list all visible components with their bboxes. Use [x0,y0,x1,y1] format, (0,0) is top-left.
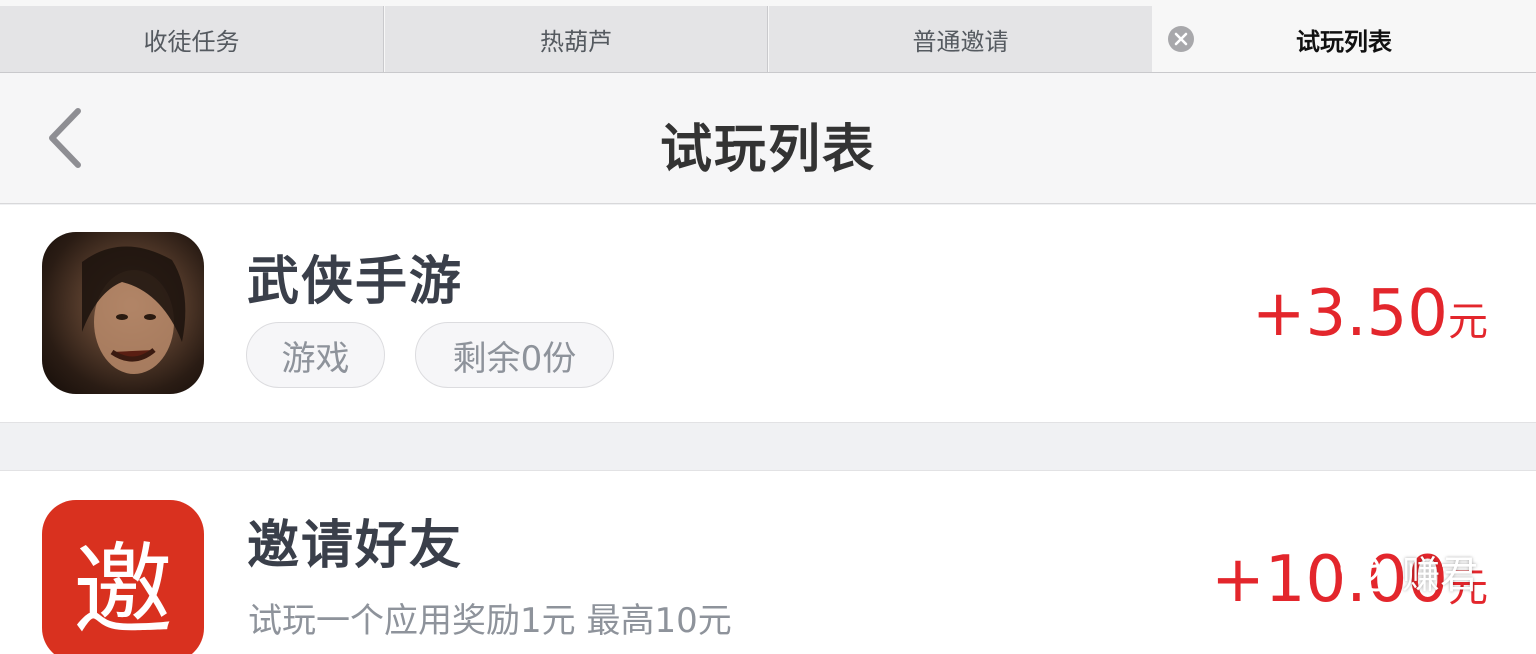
list-item[interactable]: 邀 邀请好友 试玩一个应用奖励1元 最高10元 +10.00元 [0,470,1536,654]
tab-label: 热葫芦 [540,27,612,56]
wechat-icon [1340,552,1393,591]
tab-trial-list[interactable]: 试玩列表 [1152,6,1536,72]
close-tab-icon[interactable] [1168,26,1194,52]
navigation-bar: 试玩列表 [0,73,1536,204]
watermark-text: 赚君 [1402,553,1479,597]
app-name: 邀请好友 [247,516,464,576]
tab-hot-gourd[interactable]: 热葫芦 [385,6,768,72]
tab-bar: 收徒任务 热葫芦 普通邀请 试玩列表 [0,0,1536,72]
tab-label: 试玩列表 [1296,27,1392,56]
tab-label: 普通邀请 [912,27,1009,56]
game-app-icon [42,232,204,394]
reward-description: 试玩一个应用奖励1元 最高10元 [248,601,732,641]
tab-label: 收徒任务 [143,27,240,56]
app-name: 武侠手游 [247,252,464,312]
app-screen: 收徒任务 热葫芦 普通邀请 试玩列表 试玩列表 武侠手游 游戏 剩余0份 +3.… [0,0,1536,654]
reward-amount: +3.50元 [1251,277,1488,351]
watermark: 赚君 [1340,544,1478,599]
tab-normal-invite[interactable]: 普通邀请 [769,6,1152,72]
tab-apprentice-tasks[interactable]: 收徒任务 [0,6,384,72]
list-item[interactable]: 武侠手游 游戏 剩余0份 +3.50元 [0,205,1536,423]
remaining-tag: 剩余0份 [415,322,614,388]
page-title: 试玩列表 [659,120,876,180]
category-tag: 游戏 [246,322,385,388]
invite-app-icon: 邀 [42,500,204,654]
